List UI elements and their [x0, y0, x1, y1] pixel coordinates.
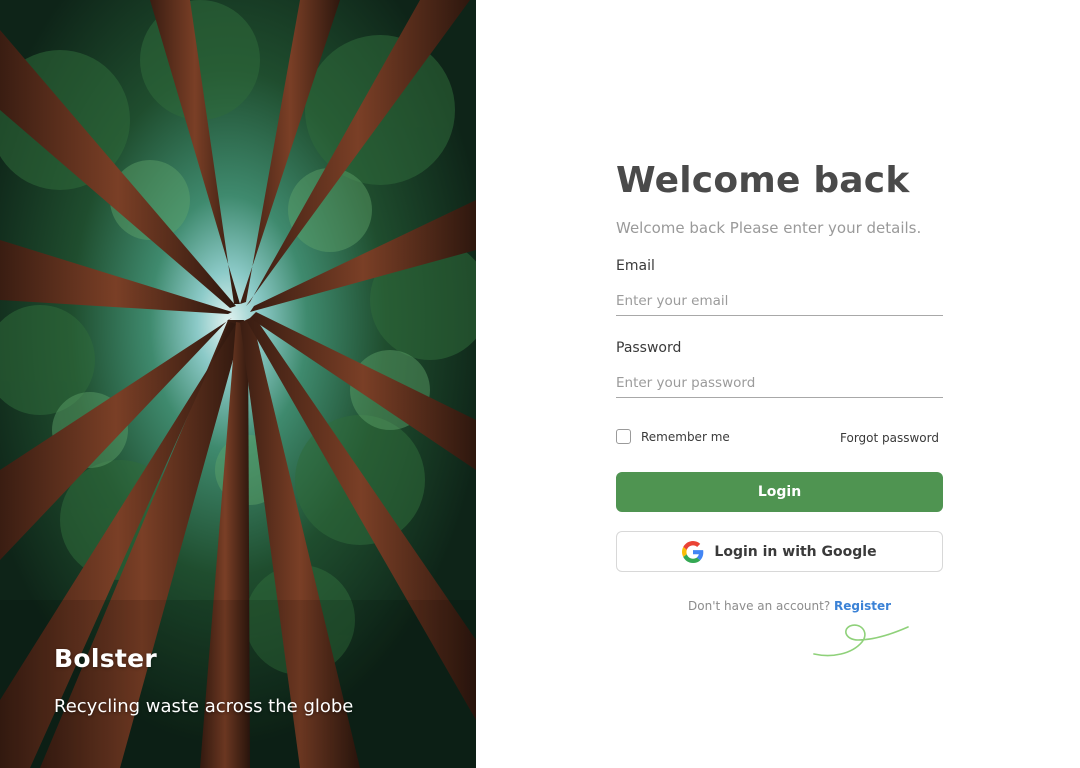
google-login-label: Login in with Google — [714, 543, 877, 560]
swirl-decoration — [813, 624, 909, 657]
page-subtitle: Welcome back Please enter your details. — [616, 219, 922, 237]
password-field[interactable] — [616, 368, 943, 398]
checkbox-icon[interactable] — [616, 429, 631, 444]
email-label: Email — [616, 258, 655, 274]
page-title: Welcome back — [616, 160, 910, 201]
remember-me-option[interactable]: Remember me — [616, 429, 730, 444]
login-button[interactable]: Login — [616, 472, 943, 512]
brand-tagline: Recycling waste across the globe — [54, 696, 354, 717]
brand-name: Bolster — [54, 644, 158, 673]
forgot-password-link[interactable]: Forgot password — [840, 431, 939, 445]
register-prompt: Don't have an account? Register — [688, 599, 891, 613]
register-link[interactable]: Register — [834, 599, 891, 613]
password-label: Password — [616, 340, 682, 356]
google-login-button[interactable]: Login in with Google — [616, 531, 943, 572]
email-field[interactable] — [616, 286, 943, 316]
remember-me-label: Remember me — [641, 429, 730, 444]
hero-image-panel: Bolster Recycling waste across the globe — [0, 0, 476, 768]
no-account-text: Don't have an account? — [688, 599, 831, 613]
google-g-icon — [682, 540, 704, 563]
